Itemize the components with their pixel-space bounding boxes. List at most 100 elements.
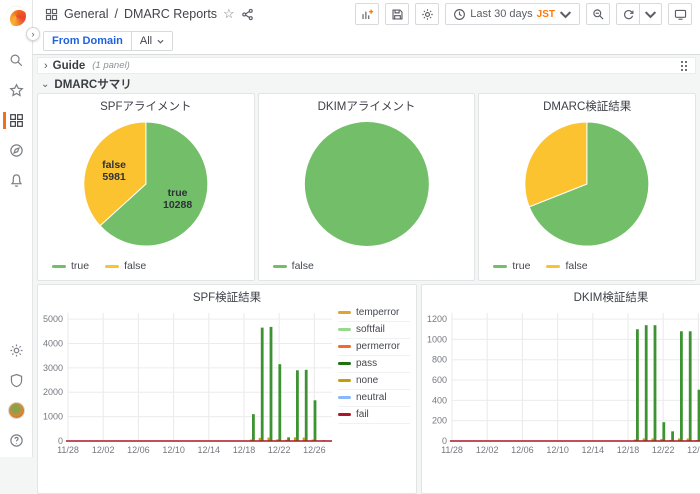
legend-item-pass[interactable]: pass	[338, 356, 410, 373]
pie-panels-row: SPFアライメント true10288false5981 true false D…	[37, 93, 696, 281]
sidebar-item-profile[interactable]	[0, 402, 32, 419]
legend-item-true[interactable]: true	[493, 260, 530, 272]
time-range-picker[interactable]: Last 30 days JST	[445, 3, 580, 25]
pie-legend: true false	[493, 260, 587, 272]
from-domain-label[interactable]: From Domain	[43, 31, 132, 51]
legend-label: false	[565, 260, 587, 272]
row-dmarc-summary[interactable]: ⌄ DMARCサマリ	[37, 76, 696, 92]
legend-item-softfail[interactable]: softfail	[338, 322, 410, 339]
add-panel-button[interactable]	[355, 3, 379, 25]
panel-title[interactable]: DMARC検証結果	[479, 94, 695, 110]
legend-item-fail[interactable]: fail	[338, 407, 410, 424]
breadcrumb-separator: /	[114, 7, 117, 21]
legend-label: fail	[356, 409, 369, 420]
svg-text:600: 600	[432, 375, 447, 385]
chart-legend: temperrorsoftfailpermerrorpass none neutra…	[338, 301, 416, 493]
dkim-result-chart-plot[interactable]: 02004006008001000120011/2812/0212/0612/1…	[422, 301, 700, 493]
panel-dkim-alignment: DKIMアライメント false	[258, 93, 476, 281]
legend-label: none	[356, 375, 378, 386]
row-guide-title: Guide	[53, 60, 86, 72]
bell-icon	[9, 173, 24, 188]
sidebar-item-server-admin[interactable]	[0, 372, 32, 389]
dashboard-settings-button[interactable]	[415, 3, 439, 25]
svg-text:12/06: 12/06	[127, 445, 150, 455]
legend-item-false[interactable]: false	[546, 260, 587, 272]
grafana-logo[interactable]	[6, 6, 26, 26]
legend-color-dash	[546, 265, 560, 268]
sidebar-item-configuration[interactable]	[0, 342, 32, 359]
row-collapse-chevron: ›	[44, 60, 48, 72]
svg-text:1000: 1000	[427, 334, 447, 344]
sidebar	[0, 0, 33, 457]
svg-text:12/26: 12/26	[687, 445, 700, 455]
row-guide-panel-count: (1 panel)	[92, 60, 130, 71]
svg-text:12/02: 12/02	[476, 445, 499, 455]
dkim-alignment-pie-chart[interactable]	[259, 110, 475, 252]
save-dashboard-button[interactable]	[385, 3, 409, 25]
refresh-interval-dropdown[interactable]	[640, 3, 662, 25]
chevron-down-icon	[644, 8, 657, 21]
legend-label: false	[124, 260, 146, 272]
legend-item-false[interactable]: false	[105, 260, 146, 272]
sidebar-item-explore[interactable]	[0, 142, 32, 159]
help-icon	[9, 433, 24, 448]
panel-title[interactable]: SPF検証結果	[38, 285, 416, 301]
top-bar: General / DMARC Reports ☆ Last 30 days J…	[33, 0, 700, 28]
compass-icon	[9, 143, 24, 158]
kiosk-mode-button[interactable]	[668, 3, 692, 25]
legend-color-dash	[338, 362, 351, 365]
dmarc-result-pie-chart[interactable]	[479, 110, 695, 252]
svg-text:false5981: false5981	[102, 159, 126, 183]
svg-text:2000: 2000	[43, 387, 63, 397]
svg-text:11/28: 11/28	[441, 445, 463, 455]
row-summary-title: DMARCサマリ	[54, 76, 131, 92]
sidebar-item-alerting[interactable]	[0, 172, 32, 189]
chevron-down-icon	[559, 8, 572, 21]
legend-color-dash	[338, 413, 351, 416]
gear-icon	[9, 343, 24, 358]
zoom-out-time-button[interactable]	[586, 3, 610, 25]
sidebar-item-search[interactable]	[0, 52, 32, 69]
spf-result-chart-plot[interactable]: 01000200030004000500011/2812/0212/0612/1…	[38, 301, 338, 493]
refresh-icon	[622, 8, 635, 21]
svg-text:12/22: 12/22	[268, 445, 291, 455]
panel-title[interactable]: DKIMアライメント	[259, 94, 475, 110]
panel-title[interactable]: SPFアライメント	[38, 94, 254, 110]
panel-title[interactable]: DKIM検証結果	[422, 285, 700, 301]
breadcrumb-folder[interactable]: General	[64, 7, 108, 21]
legend-item-temperror[interactable]: temperror	[338, 305, 410, 322]
svg-text:200: 200	[432, 416, 447, 426]
legend-item-true[interactable]: true	[52, 260, 89, 272]
magnifier-minus-icon	[592, 8, 605, 21]
refresh-button[interactable]	[616, 3, 640, 25]
legend-color-dash	[338, 396, 351, 399]
apps-grid-icon	[45, 8, 58, 21]
sidebar-expand-button[interactable]: ›	[26, 27, 40, 41]
star-icon	[9, 83, 24, 98]
spf-alignment-pie-chart[interactable]: true10288false5981	[38, 110, 254, 252]
svg-text:12/18: 12/18	[233, 445, 256, 455]
legend-item-neutral[interactable]: neutral	[338, 390, 410, 407]
svg-text:12/18: 12/18	[617, 445, 640, 455]
svg-text:12/10: 12/10	[162, 445, 185, 455]
sidebar-item-starred[interactable]	[0, 82, 32, 99]
legend-color-dash	[493, 265, 507, 268]
share-icon[interactable]	[241, 8, 254, 21]
legend-label: false	[292, 260, 314, 272]
legend-item-false[interactable]: false	[273, 260, 314, 272]
svg-text:12/14: 12/14	[198, 445, 221, 455]
pie-legend: false	[273, 260, 314, 272]
legend-item-none[interactable]: none	[338, 373, 410, 390]
panel-spf-alignment: SPFアライメント true10288false5981 true false	[37, 93, 255, 281]
legend-item-permerror[interactable]: permerror	[338, 339, 410, 356]
sidebar-item-dashboards[interactable]	[0, 112, 32, 129]
legend-color-dash	[105, 265, 119, 268]
from-domain-select[interactable]: All	[132, 31, 173, 51]
row-drag-handle-icon[interactable]	[680, 60, 689, 71]
favorite-star-icon[interactable]: ☆	[223, 6, 235, 22]
row-guide[interactable]: › Guide (1 panel)	[37, 57, 696, 74]
sidebar-item-help[interactable]	[0, 432, 32, 449]
row-expand-chevron: ⌄	[41, 79, 49, 90]
from-domain-value: All	[140, 35, 152, 47]
breadcrumb: General / DMARC Reports ☆	[45, 6, 254, 22]
